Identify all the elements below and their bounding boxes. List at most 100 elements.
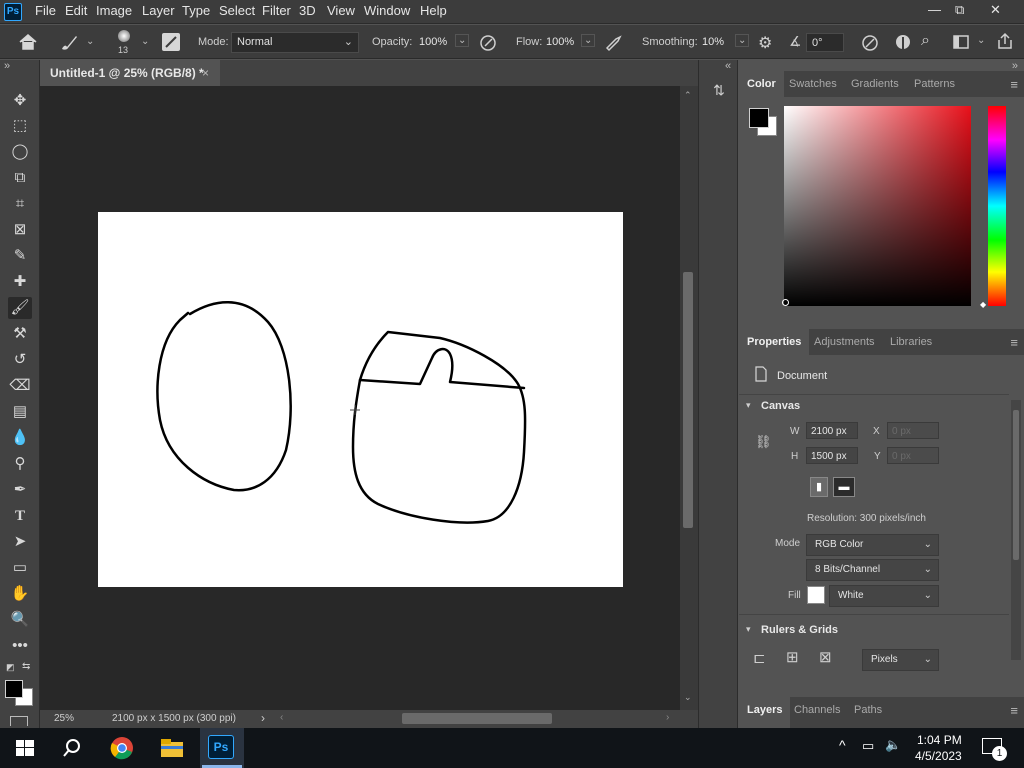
pressure-opacity-icon[interactable]	[478, 33, 498, 53]
workspace-chevron-icon[interactable]: ⌄	[977, 35, 985, 46]
search-icon[interactable]: ⌕	[921, 32, 930, 50]
ruler-icon[interactable]: ⊏	[753, 649, 766, 667]
pressure-size-icon[interactable]	[860, 33, 880, 53]
smoothing-options-gear-icon[interactable]: ⚙	[758, 33, 772, 53]
menu-3d[interactable]: 3D	[299, 3, 316, 18]
tab-adjustments[interactable]: Adjustments	[806, 329, 883, 355]
tab-libraries[interactable]: Libraries	[882, 329, 940, 355]
type-tool-icon[interactable]: T	[8, 505, 32, 527]
angle-input[interactable]: 0°	[806, 33, 844, 52]
smoothing-value[interactable]: 10%	[702, 36, 724, 48]
clock-date[interactable]: 4/5/2023	[915, 749, 962, 763]
canvas-vertical-scrollbar[interactable]: ⌃ ⌄	[680, 86, 698, 710]
brush-settings-icon[interactable]	[162, 33, 180, 51]
tab-patterns[interactable]: Patterns	[906, 71, 963, 97]
properties-scroll-thumb[interactable]	[1013, 410, 1019, 560]
clone-stamp-tool-icon[interactable]: ⚒	[8, 323, 32, 345]
close-window-button[interactable]: ✕	[990, 2, 1001, 18]
restore-button[interactable]: ⧉	[955, 2, 964, 18]
chrome-icon[interactable]	[108, 734, 136, 762]
menu-image[interactable]: Image	[96, 3, 132, 18]
opacity-value[interactable]: 100%	[419, 36, 447, 48]
canvas-section-chevron-icon[interactable]: ▾	[746, 400, 751, 411]
tab-swatches[interactable]: Swatches	[781, 71, 845, 97]
ruler-units-select[interactable]: Pixels ⌄	[862, 649, 939, 671]
tab-color[interactable]: Color	[739, 71, 784, 97]
quick-mask-icon[interactable]	[10, 716, 28, 726]
properties-panel-menu-icon[interactable]: ≡	[1010, 335, 1018, 350]
pixel-grid-icon[interactable]: ⊠	[819, 648, 832, 666]
volume-icon[interactable]: 🔈	[885, 737, 901, 753]
close-document-icon[interactable]: ×	[202, 66, 209, 80]
zoom-tool-icon[interactable]: 🔍	[8, 609, 32, 631]
menu-select[interactable]: Select	[219, 3, 255, 18]
workspace-icon[interactable]	[953, 35, 969, 49]
scroll-left-icon[interactable]: ‹	[280, 712, 283, 723]
menu-file[interactable]: File	[35, 3, 56, 18]
rulers-section-chevron-icon[interactable]: ▾	[746, 624, 751, 635]
crop-tool-icon[interactable]: ⌗	[8, 193, 32, 215]
link-dimensions-icon[interactable]: ⛓	[755, 434, 772, 450]
landscape-orientation-icon[interactable]: ▬	[833, 477, 855, 497]
collapse-dock-icon[interactable]: «	[725, 60, 731, 72]
hue-slider[interactable]	[988, 106, 1006, 306]
width-input[interactable]: 2100 px	[806, 422, 858, 439]
fill-select[interactable]: White ⌄	[829, 585, 939, 607]
brush-preset-chevron-icon[interactable]: ⌄	[86, 36, 94, 47]
marquee-tool-icon[interactable]: ⬚	[8, 115, 32, 137]
fill-color-swatch[interactable]	[807, 586, 825, 604]
tab-gradients[interactable]: Gradients	[843, 71, 907, 97]
lasso-tool-icon[interactable]: ◯	[8, 141, 32, 163]
minimize-button[interactable]: —	[928, 2, 941, 17]
opacity-chevron-icon[interactable]: ⌄	[455, 34, 470, 47]
brush-tip-preview[interactable]	[118, 30, 130, 42]
menu-layer[interactable]: Layer	[142, 3, 175, 18]
path-selection-tool-icon[interactable]: ➤	[8, 531, 32, 553]
status-menu-arrow-icon[interactable]: ›	[261, 711, 265, 725]
network-icon[interactable]: ▭	[862, 738, 874, 754]
mode-dropdown[interactable]: Normal ⌄	[231, 32, 359, 53]
menu-type[interactable]: Type	[182, 3, 210, 18]
properties-scrollbar[interactable]	[1011, 400, 1021, 660]
grid-icon[interactable]: ⊞	[786, 648, 799, 666]
brush-picker-chevron-icon[interactable]: ⌄	[141, 36, 149, 47]
eyedropper-tool-icon[interactable]: ✎	[8, 245, 32, 267]
pen-tool-icon[interactable]: ✒	[8, 479, 32, 501]
color-mode-select[interactable]: RGB Color ⌄	[806, 534, 939, 556]
menu-filter[interactable]: Filter	[262, 3, 291, 18]
eraser-tool-icon[interactable]: ⌫	[8, 375, 32, 397]
clock-time[interactable]: 1:04 PM	[917, 733, 962, 747]
file-explorer-icon[interactable]	[158, 734, 186, 762]
vertical-scroll-thumb[interactable]	[683, 272, 693, 528]
blur-tool-icon[interactable]: 💧	[8, 427, 32, 449]
scroll-up-icon[interactable]: ⌃	[684, 90, 692, 101]
brush-tool-icon[interactable]: 🖌	[8, 297, 32, 319]
symmetry-icon[interactable]	[893, 33, 913, 53]
flow-value[interactable]: 100%	[546, 36, 574, 48]
hand-tool-icon[interactable]: ✋	[8, 583, 32, 605]
tab-layers[interactable]: Layers	[739, 697, 791, 728]
menu-help[interactable]: Help	[420, 3, 447, 18]
move-tool-icon[interactable]: ✥	[8, 90, 32, 112]
color-picker-field[interactable]	[784, 106, 971, 306]
tab-paths[interactable]: Paths	[846, 697, 890, 723]
default-colors-icon[interactable]: ◩	[6, 662, 15, 673]
start-icon[interactable]	[11, 734, 39, 762]
healing-brush-tool-icon[interactable]: ✚	[8, 271, 32, 293]
gradient-tool-icon[interactable]: ▤	[8, 401, 32, 423]
bit-depth-select[interactable]: 8 Bits/Channel ⌄	[806, 559, 939, 581]
rulers-section-title[interactable]: Rulers & Grids	[761, 624, 838, 636]
flow-chevron-icon[interactable]: ⌄	[581, 34, 596, 47]
scroll-down-icon[interactable]: ⌄	[684, 692, 692, 703]
portrait-orientation-icon[interactable]: ▮	[810, 477, 828, 497]
home-icon[interactable]	[18, 33, 38, 51]
swap-colors-icon[interactable]: ⇆	[22, 661, 30, 672]
brush-settings-panel-icon[interactable]: ⇅	[708, 82, 730, 104]
search-icon[interactable]	[58, 734, 86, 762]
color-panel-menu-icon[interactable]: ≡	[1010, 77, 1018, 92]
frame-tool-icon[interactable]: ⊠	[8, 219, 32, 241]
collapse-tools-icon[interactable]: »	[4, 60, 10, 72]
height-input[interactable]: 1500 px	[806, 447, 858, 464]
menu-window[interactable]: Window	[364, 3, 410, 18]
object-selection-tool-icon[interactable]: ⧉	[8, 167, 32, 189]
